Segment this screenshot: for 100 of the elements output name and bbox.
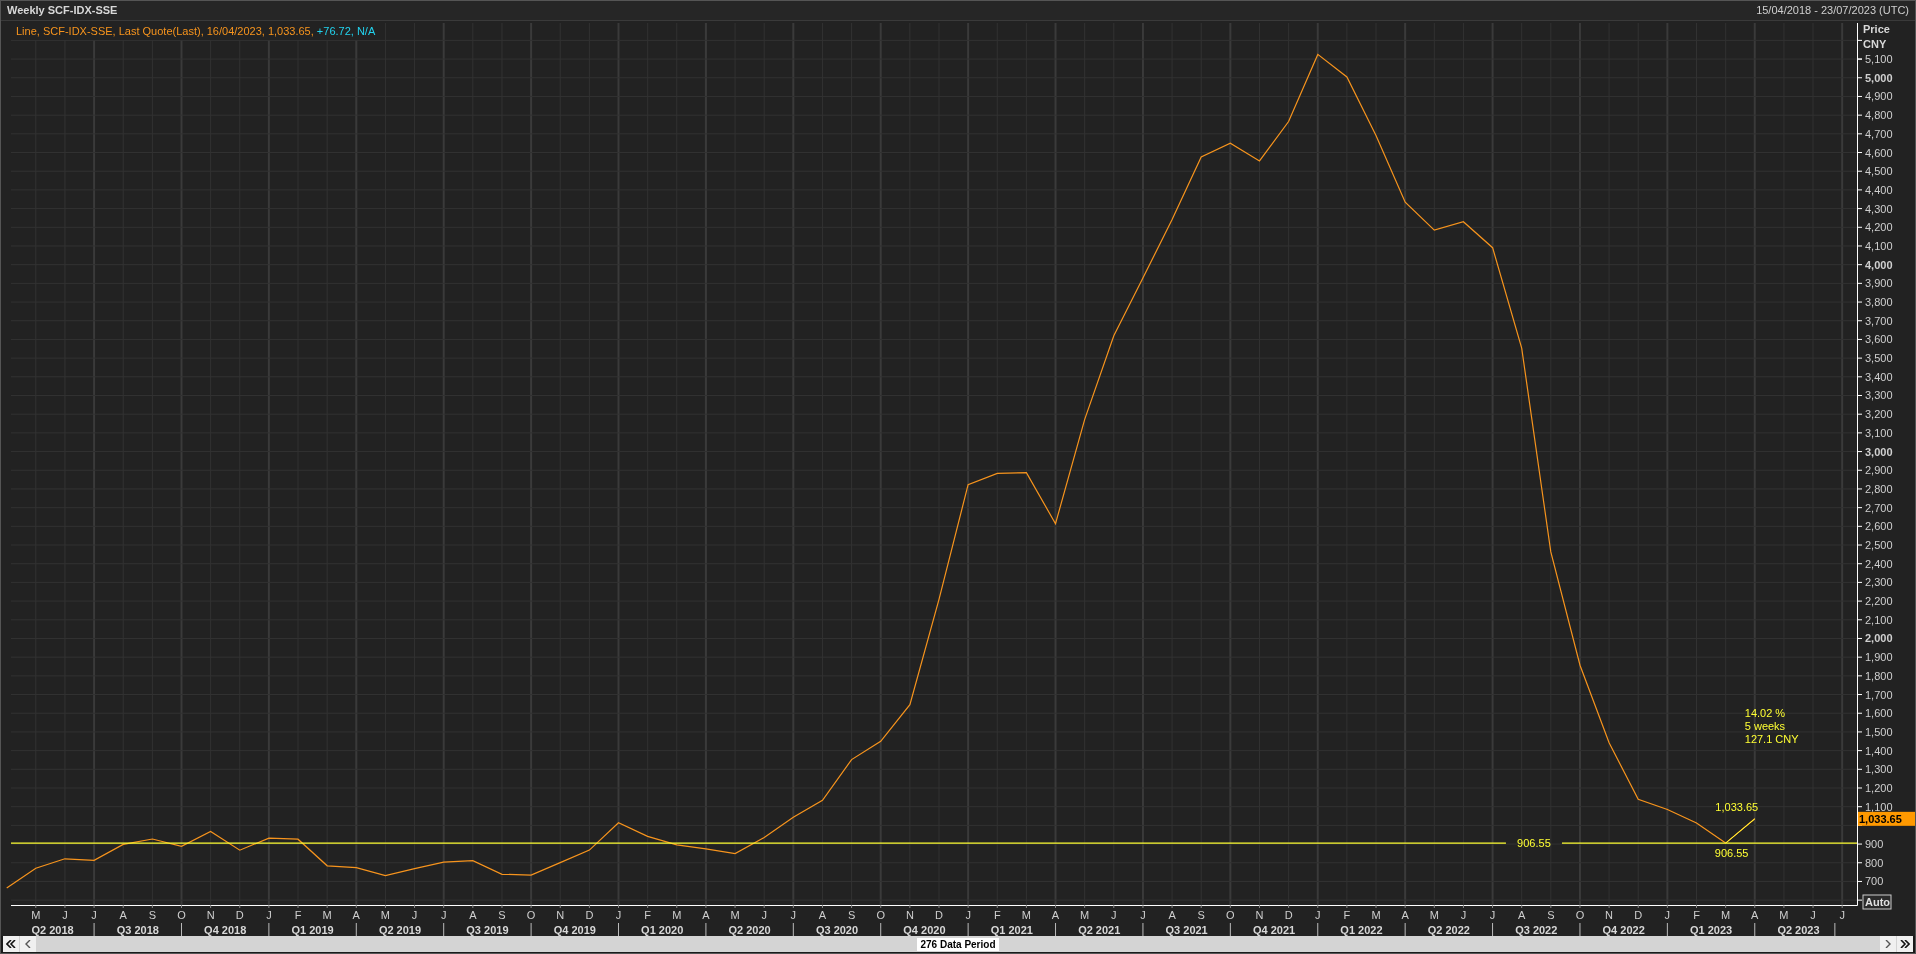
axis-label: 1,700 — [1865, 688, 1893, 701]
quarter-label: Q1 2019 — [291, 924, 334, 936]
axis-label: 3,600 — [1865, 333, 1893, 346]
month-label: O — [1575, 909, 1585, 921]
axis-label: 2,000 — [1865, 632, 1893, 645]
month-label: D — [935, 909, 943, 921]
month-label: M — [730, 909, 740, 921]
quarter-label: Q1 2022 — [1340, 924, 1383, 936]
axis-label: 700 — [1865, 875, 1884, 888]
axis-label: 5,100 — [1865, 53, 1893, 66]
axis-label: 1,200 — [1865, 782, 1893, 794]
chevron-left-icon — [25, 940, 31, 948]
axis-label: 4,900 — [1865, 90, 1893, 103]
axis-label: 2,400 — [1865, 557, 1893, 570]
axis-label: 4,300 — [1865, 202, 1893, 215]
month-label: S — [148, 909, 156, 921]
month-label: M — [672, 909, 682, 921]
month-label: F — [644, 909, 651, 921]
month-label: N — [556, 909, 565, 921]
axis-label: 2,600 — [1865, 520, 1893, 533]
month-label: D — [235, 909, 244, 921]
axis-label: 1,800 — [1865, 669, 1893, 682]
axis-label: 4,800 — [1865, 109, 1893, 122]
month-label: F — [294, 909, 302, 921]
quarter-label: Q3 2019 — [466, 924, 509, 936]
annotation-text: 14.02 % — [1744, 706, 1786, 719]
axis-title: Price — [1863, 23, 1890, 35]
month-label: J — [91, 909, 97, 921]
quarter-label: Q1 2023 — [1689, 924, 1733, 936]
month-label: J — [615, 909, 622, 921]
chart-legend: Line, SCF-IDX-SSE, Last Quote(Last), 16/04/2023, 1,033.65, +76.72, N/A — [13, 23, 379, 40]
axis-label: 1,300 — [1865, 763, 1893, 776]
axis-label: 1,500 — [1865, 725, 1893, 738]
month-label: M — [1080, 909, 1090, 921]
scroll-first-button[interactable] — [3, 936, 19, 952]
month-label: A — [702, 909, 710, 921]
month-label: M — [31, 909, 41, 921]
quarter-label: Q2 2021 — [1078, 924, 1121, 936]
month-label: A — [818, 909, 827, 921]
axis-label: 2,800 — [1865, 482, 1893, 495]
month-label: M — [380, 909, 390, 921]
month-label: J — [1810, 909, 1816, 921]
month-label: J — [1140, 909, 1146, 921]
axis-label: 1,100 — [1865, 800, 1893, 813]
trend-label: 1,033.65 — [1715, 800, 1759, 813]
line-label: 906.55 — [1517, 837, 1551, 850]
month-label: O — [876, 909, 885, 921]
axis-label: 2,900 — [1865, 464, 1893, 477]
quarter-label: Q2 2020 — [728, 924, 771, 936]
month-label: J — [790, 909, 797, 921]
axis-label: 4,700 — [1865, 127, 1893, 140]
month-label: M — [1371, 909, 1381, 921]
axis-label: 2,700 — [1865, 501, 1893, 514]
month-label: F — [1693, 909, 1700, 921]
double-chevron-right-icon — [1900, 940, 1910, 948]
month-label: O — [1226, 909, 1235, 921]
scroll-back-button[interactable] — [20, 936, 36, 952]
axis-label: 2,100 — [1865, 613, 1893, 626]
axis-label: 4,500 — [1865, 165, 1893, 178]
annotation-text: 5 weeks — [1744, 719, 1786, 732]
scroll-last-button[interactable] — [1897, 936, 1913, 952]
axis-label: 900 — [1865, 838, 1884, 851]
quarter-label: Q2 2023 — [1777, 924, 1820, 936]
axis-label: 3,700 — [1865, 314, 1893, 327]
axis-label: 3,000 — [1865, 445, 1893, 458]
month-label: O — [526, 909, 536, 921]
annotation-text: 127.1 CNY — [1744, 732, 1799, 745]
axis-label: 3,800 — [1865, 296, 1893, 309]
axis-label: 3,200 — [1865, 408, 1893, 421]
month-label: A — [119, 909, 127, 921]
month-label: A — [1518, 909, 1526, 921]
month-label: J — [266, 909, 272, 921]
trend-line — [1725, 818, 1756, 844]
month-label: J — [1839, 909, 1845, 921]
scroll-forward-button[interactable] — [1880, 936, 1896, 952]
axis-label: 1,900 — [1865, 651, 1893, 664]
axis-unit: CNY — [1863, 38, 1887, 50]
axis-label: 4,200 — [1865, 221, 1893, 234]
quarter-label: Q3 2021 — [1165, 924, 1208, 936]
month-label: M — [1021, 909, 1031, 921]
month-label: A — [352, 909, 360, 921]
quarter-label: Q2 2022 — [1427, 924, 1470, 936]
quarter-label: Q3 2018 — [116, 924, 159, 936]
month-label: J — [411, 909, 418, 921]
axis-label: 4,400 — [1865, 183, 1893, 196]
quarter-label: Q3 2020 — [815, 924, 859, 936]
axis-label: 3,400 — [1865, 370, 1893, 383]
month-label: M — [322, 909, 332, 921]
month-label: J — [1111, 909, 1117, 921]
auto-button[interactable]: Auto — [1862, 894, 1892, 910]
quarter-label: Q4 2021 — [1252, 924, 1296, 936]
quarter-label: Q3 2022 — [1515, 924, 1558, 936]
axis-label: 3,300 — [1865, 389, 1893, 402]
quarter-label: Q1 2020 — [641, 924, 684, 936]
month-label: J — [761, 909, 767, 921]
axis-label: 2,500 — [1865, 539, 1893, 551]
month-label: A — [469, 909, 477, 921]
quarter-label: Q1 2021 — [990, 924, 1033, 936]
month-label: A — [1751, 909, 1759, 921]
quarter-label: Q4 2018 — [204, 924, 247, 936]
